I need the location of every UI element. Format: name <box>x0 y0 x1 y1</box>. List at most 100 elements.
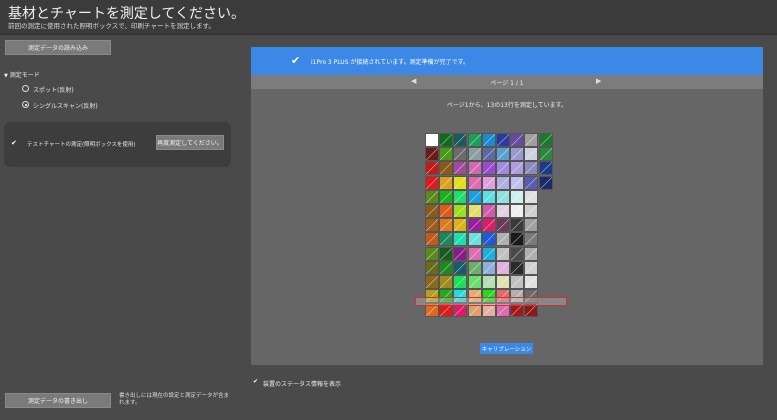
color-patch <box>425 218 439 233</box>
measurement-panel: ✔ i1Pro 3 PLUS が接続されています。測定準備が完了です。 ◀ ペー… <box>251 47 763 365</box>
color-patch <box>496 232 510 247</box>
color-patch <box>481 161 496 176</box>
color-patch <box>496 218 510 233</box>
status-label: 装置のステータス情報を表示 <box>263 381 342 388</box>
chevron-down-icon[interactable]: ▼ <box>4 73 8 79</box>
export-data-button[interactable]: 測定データの書き出し <box>5 393 111 408</box>
mode-radio-spot[interactable] <box>22 85 29 92</box>
color-patch <box>467 218 482 233</box>
color-patch <box>425 175 439 190</box>
color-patch <box>439 260 454 275</box>
header: 基材とチャートを測定してください。 前回の測定に使用された照明ボックスで、印刷チ… <box>0 0 777 35</box>
color-patch <box>425 133 439 147</box>
color-patch <box>510 175 525 190</box>
color-patch <box>453 232 468 247</box>
page-navigation: ◀ ページ 1 / 1 ▶ <box>251 75 763 89</box>
color-patch <box>524 147 539 162</box>
remeasure-button[interactable]: 再度測定してください。 <box>156 135 224 150</box>
color-patch <box>425 161 439 176</box>
calibration-button[interactable]: キャリブレーション <box>480 343 533 354</box>
color-patch <box>467 175 482 190</box>
color-patch <box>467 260 482 275</box>
color-patch <box>496 133 510 147</box>
color-patch <box>481 218 496 233</box>
mode-section-label: ▼ 測定モード <box>4 72 40 79</box>
color-patch <box>524 189 539 204</box>
color-patch <box>510 218 525 233</box>
color-patch <box>524 232 539 247</box>
color-patch <box>425 232 439 247</box>
color-patch <box>439 275 454 289</box>
mode-label-spot: スポット(反射) <box>33 87 74 94</box>
color-patch <box>453 204 468 218</box>
color-patch <box>510 260 525 275</box>
load-data-button[interactable]: 測定データの読み込み <box>5 40 111 55</box>
mode-radio-single-scan[interactable] <box>22 101 29 108</box>
status-checkbox[interactable]: ✔ <box>253 378 259 385</box>
color-patch <box>467 147 482 162</box>
color-patch <box>510 275 525 289</box>
color-patch <box>453 246 468 261</box>
color-patch <box>467 232 482 247</box>
color-patch <box>481 246 496 261</box>
color-patch <box>439 189 454 204</box>
color-patch <box>467 246 482 261</box>
color-patch <box>538 161 553 176</box>
color-patch <box>481 189 496 204</box>
color-patch <box>524 246 539 261</box>
color-patch <box>467 161 482 176</box>
test-chart-card: ✔ テストチャートの測定(照明ボックスを使用) 再度測定してください。 <box>4 122 231 167</box>
color-patch <box>467 275 482 289</box>
color-patch <box>439 204 454 218</box>
color-patch <box>524 204 539 218</box>
color-patch <box>524 275 539 289</box>
color-patch <box>481 204 496 218</box>
color-patch <box>538 133 553 147</box>
color-patch <box>510 189 525 204</box>
color-patch <box>453 218 468 233</box>
color-patch <box>439 218 454 233</box>
color-patch <box>510 232 525 247</box>
current-row-highlight <box>415 297 567 307</box>
color-patch <box>481 133 496 147</box>
test-chart-label: テストチャートの測定(照明ボックスを使用) <box>27 142 136 148</box>
checkmark-icon: ✔ <box>11 139 17 147</box>
color-patch <box>453 147 468 162</box>
color-patch <box>467 189 482 204</box>
color-patch <box>510 161 525 176</box>
color-patch <box>524 133 539 147</box>
color-patch <box>425 246 439 261</box>
color-patch <box>425 260 439 275</box>
checkmark-icon: ✔ <box>291 54 301 67</box>
export-note: 書き出しには現在の設定と測定データが含まれます。 <box>119 393 230 406</box>
color-patch <box>425 275 439 289</box>
color-patch <box>467 204 482 218</box>
color-patch <box>524 175 539 190</box>
color-patch <box>496 161 510 176</box>
color-patch <box>481 232 496 247</box>
measure-status-text: ページ1から、13の13行を測定しています。 <box>446 102 568 109</box>
color-patch <box>453 133 468 147</box>
banner-text: i1Pro 3 PLUS が接続されています。測定準備が完了です。 <box>311 59 470 66</box>
color-patch <box>524 161 539 176</box>
color-patch <box>496 204 510 218</box>
color-patch <box>439 175 454 190</box>
next-page-icon[interactable]: ▶ <box>596 77 601 85</box>
color-patch <box>496 189 510 204</box>
color-patch <box>496 275 510 289</box>
color-patch <box>467 133 482 147</box>
page-subtitle: 前回の測定に使用された照明ボックスで、印刷チャートを測定します。 <box>8 22 215 30</box>
color-patch <box>481 275 496 289</box>
color-patch <box>481 147 496 162</box>
color-patch <box>453 175 468 190</box>
color-patch <box>538 147 553 162</box>
color-patch <box>453 161 468 176</box>
color-patch <box>425 204 439 218</box>
status-banner: ✔ i1Pro 3 PLUS が接続されています。測定準備が完了です。 <box>251 47 763 75</box>
color-patch <box>510 204 525 218</box>
mode-label-single-scan: シングルスキャン(反射) <box>33 103 98 110</box>
page-label: ページ 1 / 1 <box>490 80 524 87</box>
color-patch <box>439 147 454 162</box>
color-patch <box>453 260 468 275</box>
color-patch <box>453 189 468 204</box>
